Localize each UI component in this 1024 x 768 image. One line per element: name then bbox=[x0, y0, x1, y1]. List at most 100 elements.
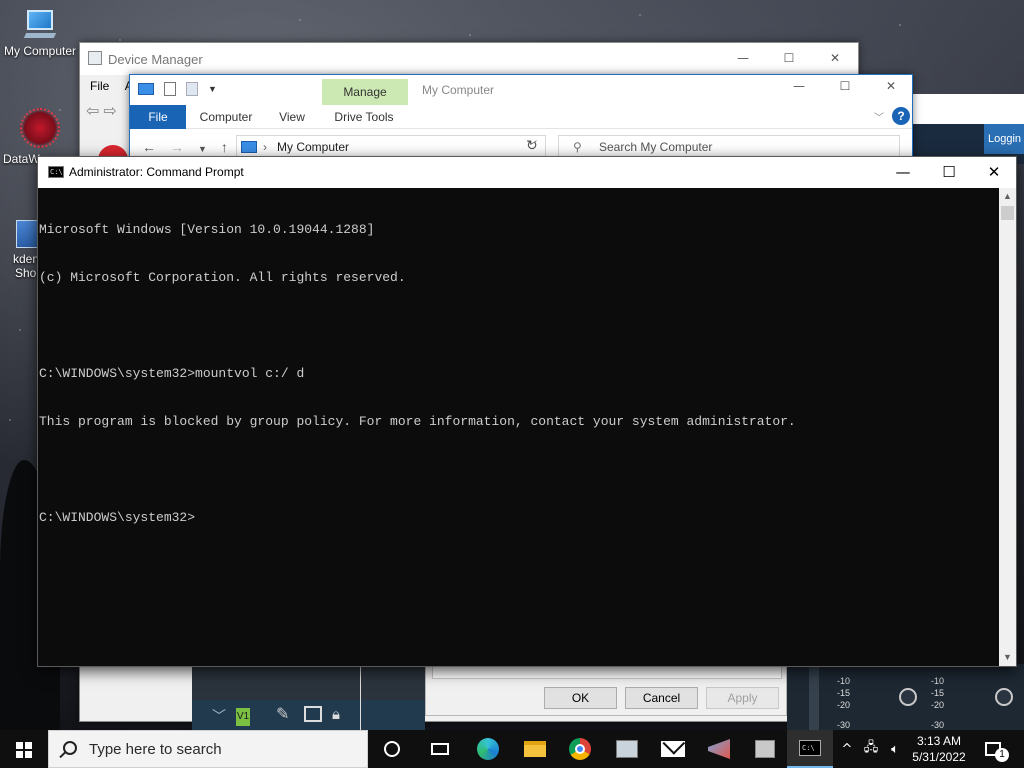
meter-label: -20 bbox=[837, 700, 851, 710]
visual-studio-button[interactable] bbox=[696, 730, 742, 768]
file-explorer-icon bbox=[524, 741, 546, 757]
computer-icon bbox=[241, 141, 257, 153]
meter-label: -15 bbox=[837, 688, 851, 698]
task-view-button[interactable] bbox=[417, 730, 463, 768]
computer-icon bbox=[23, 10, 57, 40]
tab-file[interactable]: File bbox=[130, 105, 186, 129]
recent-locations-icon[interactable]: ▼ bbox=[198, 144, 221, 154]
file-explorer-button[interactable] bbox=[512, 730, 558, 768]
datawrapper-icon bbox=[20, 108, 60, 148]
package-button[interactable] bbox=[742, 730, 788, 768]
track-label[interactable]: V1 bbox=[236, 708, 250, 726]
scroll-up-icon[interactable]: ▲ bbox=[999, 188, 1016, 205]
device-manager-taskbar-button[interactable] bbox=[604, 730, 650, 768]
command-prompt-taskbar-button[interactable]: C:\ bbox=[787, 730, 833, 768]
clock[interactable]: 3:13 AM 5/31/2022 bbox=[904, 730, 974, 768]
search-icon: ⚲ bbox=[573, 140, 582, 154]
vertical-scrollbar[interactable]: ▲ ▼ bbox=[999, 188, 1016, 666]
chevron-down-icon[interactable]: ﹀ bbox=[874, 109, 884, 124]
tab-computer[interactable]: Computer bbox=[196, 105, 256, 129]
desktop-icon-label: My Computer bbox=[3, 44, 77, 58]
command-prompt-icon: C:\ bbox=[799, 740, 821, 756]
ok-button[interactable]: OK bbox=[544, 687, 617, 709]
search-placeholder: Type here to search bbox=[89, 741, 222, 758]
tab-view[interactable]: View bbox=[270, 105, 314, 129]
close-button[interactable]: ✕ bbox=[868, 79, 914, 93]
action-center-button[interactable]: 1 bbox=[975, 730, 1015, 768]
meter-label: -15 bbox=[931, 688, 945, 698]
refresh-icon[interactable]: ↻ bbox=[526, 137, 538, 154]
properties-dialog: OK Cancel Apply bbox=[425, 664, 787, 716]
meter-label: -10 bbox=[837, 676, 851, 686]
forward-arrow-icon[interactable]: ⇨ bbox=[103, 101, 116, 121]
console-prompt-line: C:\WINDOWS\system32> bbox=[39, 510, 196, 525]
pen-icon[interactable]: ✎ bbox=[276, 704, 289, 724]
logging-button[interactable]: Loggin bbox=[984, 124, 1024, 154]
dialog-field bbox=[432, 665, 782, 679]
tab-drive-tools[interactable]: Drive Tools bbox=[326, 105, 402, 129]
film-icon[interactable] bbox=[304, 706, 322, 722]
maximize-button[interactable]: ☐ bbox=[822, 79, 868, 93]
maximize-button[interactable]: ☐ bbox=[926, 157, 972, 188]
visual-studio-icon bbox=[708, 739, 730, 759]
cortana-button[interactable] bbox=[369, 730, 415, 768]
maximize-button[interactable]: ☐ bbox=[766, 43, 812, 73]
shortcut-icon bbox=[16, 220, 38, 248]
close-button[interactable]: ✕ bbox=[812, 43, 858, 73]
scrollbar-thumb[interactable] bbox=[1001, 206, 1014, 220]
notification-badge: 1 bbox=[995, 748, 1009, 762]
scroll-down-icon[interactable]: ▼ bbox=[999, 649, 1016, 666]
volume-icon[interactable]: 🔈︎ bbox=[884, 730, 906, 768]
properties-icon[interactable] bbox=[164, 82, 176, 96]
computer-icon bbox=[138, 83, 154, 95]
chevron-down-icon[interactable]: ﹀ bbox=[212, 706, 226, 726]
desktop-icon-my-computer[interactable]: My Computer bbox=[0, 10, 80, 58]
menu-file[interactable]: File bbox=[90, 79, 109, 93]
apply-button[interactable]: Apply bbox=[706, 687, 779, 709]
start-button[interactable] bbox=[0, 730, 48, 768]
mail-button[interactable] bbox=[650, 730, 696, 768]
breadcrumb-chevron-icon: › bbox=[263, 140, 267, 154]
console-line: (c) Microsoft Corporation. All rights re… bbox=[39, 270, 406, 285]
console-output[interactable]: Microsoft Windows [Version 10.0.19044.12… bbox=[39, 188, 999, 666]
task-view-icon bbox=[431, 743, 449, 755]
ribbon-tabs: File Computer View Drive Tools ﹀ ? bbox=[130, 105, 912, 129]
cancel-button[interactable]: Cancel bbox=[625, 687, 698, 709]
edge-icon bbox=[477, 738, 499, 760]
windows-logo-icon bbox=[16, 742, 32, 758]
device-manager-titlebar: Device Manager — ☐ ✕ bbox=[80, 43, 858, 75]
audio-mixer: -10 -15 -20 -30 -10 -15 -20 -30 bbox=[787, 664, 1024, 730]
console-line: C:\WINDOWS\system32>mountvol c:/ d bbox=[39, 366, 305, 381]
video-editor-panel: ﹀ V1 ✎ 🔒︎ bbox=[192, 664, 425, 730]
lock-icon[interactable]: 🔒︎ bbox=[332, 706, 340, 723]
minimize-button[interactable]: — bbox=[720, 43, 766, 73]
device-manager-icon bbox=[88, 51, 102, 65]
taskbar-search-input[interactable]: Type here to search bbox=[48, 730, 368, 768]
chrome-button[interactable] bbox=[557, 730, 603, 768]
back-arrow-icon[interactable]: ← bbox=[142, 139, 170, 155]
back-arrow-icon[interactable]: ⇦ bbox=[86, 101, 99, 121]
minimize-button[interactable]: — bbox=[776, 79, 822, 93]
explorer-titlebar: ▼ Manage My Computer — ☐ ✕ bbox=[130, 75, 912, 105]
chevron-down-icon[interactable]: ▼ bbox=[208, 84, 217, 94]
minimize-button[interactable]: — bbox=[880, 157, 926, 188]
cmd-titlebar: C:\ Administrator: Command Prompt — ☐ ✕ bbox=[38, 157, 1016, 188]
forward-arrow-icon[interactable]: → bbox=[170, 139, 198, 155]
window-title: Administrator: Command Prompt bbox=[69, 165, 244, 179]
edge-button[interactable] bbox=[465, 730, 511, 768]
network-icon[interactable]: 🖧︎ bbox=[858, 730, 884, 768]
close-button[interactable]: ✕ bbox=[971, 157, 1017, 188]
new-folder-icon[interactable] bbox=[186, 82, 198, 96]
volume-knob[interactable] bbox=[899, 688, 917, 706]
help-icon[interactable]: ? bbox=[892, 107, 910, 125]
command-prompt-window: C:\ Administrator: Command Prompt — ☐ ✕ … bbox=[37, 156, 1017, 667]
clock-date: 5/31/2022 bbox=[912, 750, 966, 764]
volume-knob[interactable] bbox=[995, 688, 1013, 706]
meter-label: -10 bbox=[931, 676, 945, 686]
tab-manage[interactable]: Manage bbox=[322, 79, 408, 105]
meter-label: -20 bbox=[931, 700, 945, 710]
show-hidden-icons-button[interactable]: ^ bbox=[838, 730, 856, 768]
mixer-meter-left bbox=[809, 664, 819, 730]
